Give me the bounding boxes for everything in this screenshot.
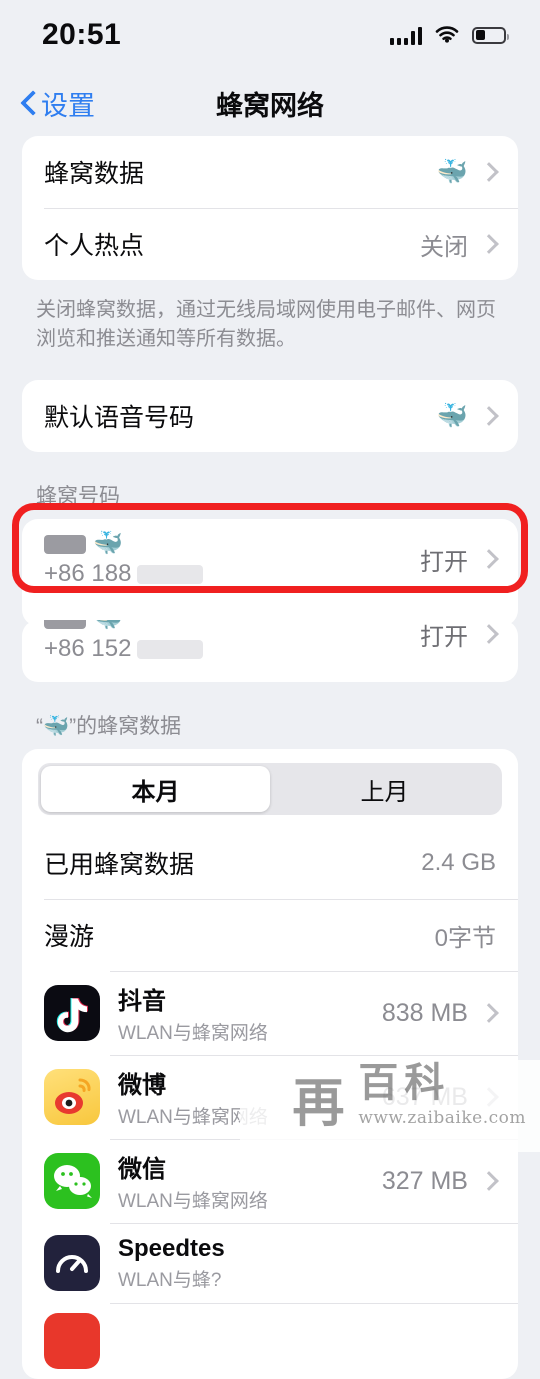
- sim-row-1[interactable]: 🐳 +86 188 打开: [22, 519, 518, 599]
- cellular-footnote: 关闭蜂窝数据，通过无线局域网使用电子邮件、网页浏览和推送通知等所有数据。: [36, 299, 496, 350]
- watermark-seal: 再: [292, 1073, 345, 1135]
- row-value: 关闭: [420, 233, 468, 261]
- chevron-right-icon: [479, 1171, 499, 1191]
- app-data-size: 327 MB: [381, 1166, 468, 1195]
- watermark-url: www.zaibaike.com: [358, 1108, 526, 1128]
- sim-main: 🐳 +86 188: [44, 530, 420, 588]
- sim-label: 🐳: [44, 620, 420, 633]
- wifi-icon: [435, 25, 459, 45]
- watermark-text: 百科 www.zaibaike.com: [358, 1059, 526, 1129]
- whale-emoji-icon: 🐳: [436, 401, 468, 430]
- back-label: 设置: [41, 90, 95, 121]
- period-segmented-control[interactable]: 本月 上月: [22, 749, 518, 827]
- chevron-right-icon: [479, 406, 499, 426]
- sim-group: 🐳 +86 188 打开: [22, 519, 518, 626]
- sim-number: +86 188: [44, 560, 420, 588]
- row-title: 漫游: [44, 923, 95, 951]
- tab-this-month[interactable]: 本月: [41, 766, 270, 812]
- app-text: Speedtes WLAN与蜂?: [118, 1235, 482, 1292]
- redaction-block: [137, 639, 204, 659]
- status-time: 20:51: [42, 18, 122, 51]
- back-button[interactable]: 设置: [20, 84, 95, 123]
- usage-section-header: “🐳”的蜂窝数据: [36, 715, 182, 738]
- sim-label: 🐳: [44, 530, 420, 558]
- app-row-partial[interactable]: [22, 1303, 518, 1379]
- cellular-group: 蜂窝数据 🐳 个人热点 关闭: [22, 136, 518, 280]
- sim-number: +86 152: [44, 635, 420, 663]
- sim-status: 打开: [420, 623, 468, 651]
- row-data-used: 已用蜂窝数据 2.4 GB: [22, 827, 518, 899]
- music-app-icon: [44, 1313, 100, 1369]
- phone-screen: 20:51 设置 蜂窝网络 蜂窝数据 🐳 个人热点 关闭 关闭蜂窝数据，通过无线…: [0, 0, 540, 1379]
- douyin-icon: [44, 985, 100, 1041]
- whale-emoji-icon: 🐳: [93, 620, 123, 631]
- status-bar: 20:51: [0, 0, 540, 70]
- app-subtitle: WLAN与蜂窝网络: [118, 1191, 268, 1212]
- row-title: 默认语音号码: [44, 404, 195, 432]
- row-default-voice-number[interactable]: 默认语音号码 🐳: [22, 380, 518, 452]
- app-row-speedtest[interactable]: Speedtes WLAN与蜂?: [22, 1223, 518, 1303]
- row-title: 蜂窝数据: [44, 160, 145, 188]
- app-data-size: 838 MB: [381, 998, 468, 1027]
- whale-emoji-icon: 🐳: [436, 157, 468, 186]
- watermark-name: 百科: [358, 1059, 451, 1106]
- chevron-right-icon: [479, 162, 499, 182]
- battery-low-icon: [472, 26, 509, 44]
- row-value: 0字节: [434, 924, 496, 952]
- cellular-signal-icon: [390, 25, 422, 45]
- status-icons: [390, 25, 509, 45]
- app-text: 抖音 WLAN与蜂窝网络: [118, 981, 382, 1045]
- sim-section-header: 蜂窝号码: [36, 485, 120, 508]
- redaction-block: [137, 564, 204, 584]
- app-name: 微信: [118, 1156, 166, 1183]
- settings-content: 蜂窝数据 🐳 个人热点 关闭 关闭蜂窝数据，通过无线局域网使用电子邮件、网页浏览…: [0, 136, 540, 1379]
- app-text: 微信 WLAN与蜂窝网络: [118, 1149, 382, 1213]
- speedtest-icon: [44, 1235, 100, 1291]
- app-name: Speedtes: [118, 1234, 225, 1262]
- app-subtitle: WLAN与蜂窝网络: [118, 1023, 268, 1044]
- wechat-icon: [44, 1153, 100, 1209]
- chevron-right-icon: [479, 234, 499, 254]
- segmented-track: 本月 上月: [38, 763, 502, 815]
- row-personal-hotspot[interactable]: 个人热点 关闭: [22, 208, 518, 280]
- row-value: 2.4 GB: [421, 849, 496, 876]
- weibo-icon: [44, 1069, 100, 1125]
- sim-main: 🐳 +86 152: [44, 620, 420, 663]
- redaction-block: [44, 534, 86, 554]
- sim-number-text: +86 188: [44, 560, 132, 587]
- navigation-bar: 设置 蜂窝网络: [0, 70, 540, 136]
- whale-emoji-icon: 🐳: [93, 530, 123, 557]
- chevron-right-icon: [479, 624, 499, 644]
- sim-row-2[interactable]: 🐳 +86 152 打开: [22, 620, 518, 674]
- chevron-right-icon: [479, 549, 499, 569]
- default-voice-group: 默认语音号码 🐳: [22, 380, 518, 452]
- chevron-left-icon: [20, 90, 35, 116]
- row-title: 个人热点: [44, 232, 145, 260]
- row-roaming: 漫游 0字节: [22, 899, 518, 971]
- redaction-block: [44, 620, 86, 629]
- sim-number-text: +86 152: [44, 635, 132, 662]
- tab-last-month[interactable]: 上月: [270, 766, 499, 812]
- app-row-douyin[interactable]: 抖音 WLAN与蜂窝网络 838 MB: [22, 971, 518, 1055]
- row-cellular-data[interactable]: 蜂窝数据 🐳: [22, 136, 518, 208]
- sim-group-overflow: 🐳 +86 152 打开: [22, 620, 518, 682]
- chevron-right-icon: [479, 1003, 499, 1023]
- site-watermark: 再 百科 www.zaibaike.com: [292, 1059, 526, 1135]
- sim-status: 打开: [420, 548, 468, 576]
- row-title: 已用蜂窝数据: [44, 851, 195, 879]
- app-subtitle: WLAN与蜂?: [118, 1269, 222, 1291]
- app-name: 抖音: [118, 988, 166, 1015]
